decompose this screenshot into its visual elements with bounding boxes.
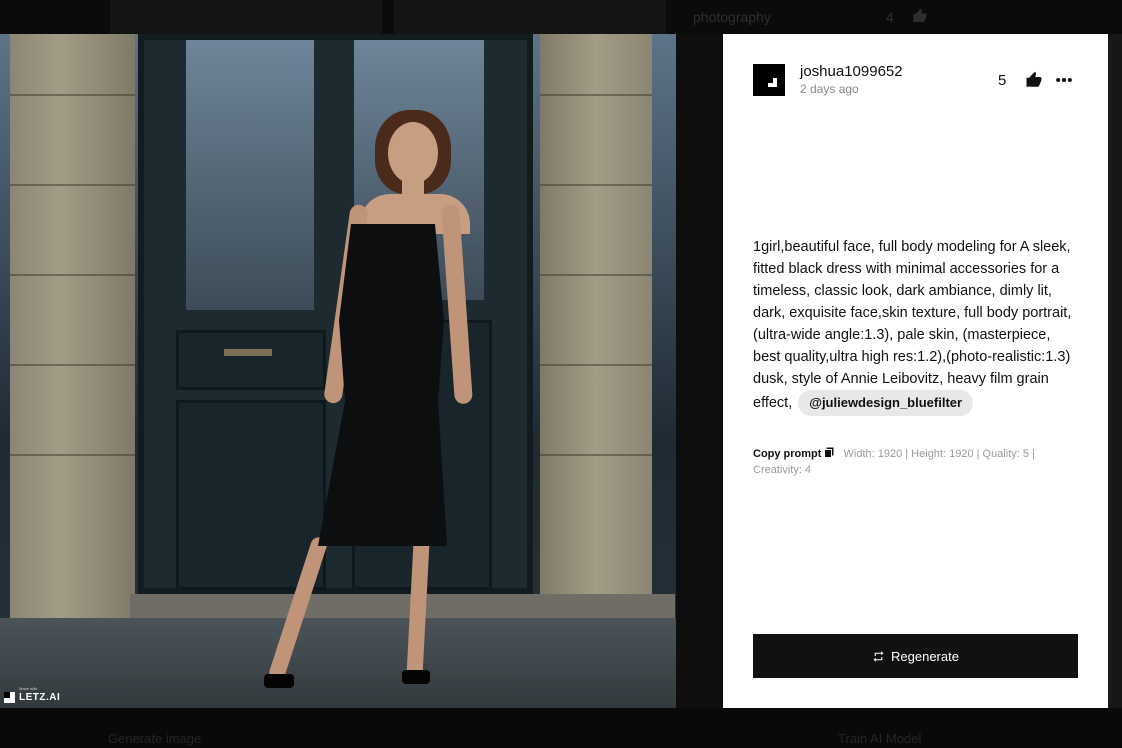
letz-ai-watermark: Made with LETZ.AI [4, 686, 61, 703]
image-stone-pillar-left [10, 34, 135, 634]
user-avatar[interactable] [753, 64, 785, 96]
image-figure-shoe [402, 670, 430, 684]
image-stone-joint [10, 274, 135, 276]
image-stone-joint [10, 454, 135, 456]
style-tag[interactable]: @juliewdesign_bluefilter [798, 390, 974, 416]
username[interactable]: joshua1099652 [800, 63, 903, 80]
image-stone-joint [540, 364, 652, 366]
image-mail-slot [224, 349, 272, 356]
more-horizontal-icon [1056, 78, 1072, 82]
prompt-text: 1girl,beautiful face, full body modeling… [753, 239, 1072, 411]
image-stone-joint [10, 364, 135, 366]
thumbs-up-icon [1026, 71, 1042, 87]
regenerate-button[interactable]: Regenerate [753, 634, 1078, 678]
more-options-button[interactable] [1053, 70, 1075, 90]
prompt-meta: Copy prompt Width: 1920 | Height: 1920 |… [753, 446, 1073, 478]
image-sidewalk [0, 618, 676, 708]
image-stone-joint [540, 184, 652, 186]
watermark-text: LETZ.AI [19, 692, 61, 703]
regenerate-label: Regenerate [891, 648, 959, 664]
image-stone-joint [10, 94, 135, 96]
watermark-made-with: Made with [19, 686, 38, 691]
image-door-panel [176, 330, 326, 390]
image-stone-joint [540, 454, 652, 456]
image-stone-joint [10, 184, 135, 186]
post-time: 2 days ago [800, 82, 859, 96]
copy-icon [824, 447, 834, 458]
generated-image [0, 34, 676, 708]
image-door-step [130, 594, 675, 618]
copy-prompt-button[interactable]: Copy prompt [753, 447, 840, 460]
image-details-panel: joshua1099652 2 days ago 5 1girl,beautif… [723, 34, 1108, 708]
image-stone-pillar-right [540, 34, 652, 634]
copy-prompt-label: Copy prompt [753, 448, 822, 460]
letz-ai-logo-icon [4, 692, 15, 703]
like-count: 5 [998, 72, 1007, 89]
prompt-text-block: 1girl,beautiful face, full body modeling… [753, 236, 1073, 416]
image-figure-shoe [264, 674, 294, 688]
like-button[interactable] [1023, 70, 1045, 90]
regenerate-icon [873, 650, 884, 662]
image-door-panel [176, 400, 326, 590]
image-stone-joint [540, 94, 652, 96]
image-stone-joint [540, 274, 652, 276]
image-door-glass-left [186, 40, 314, 310]
avatar-logo-icon [768, 78, 777, 87]
